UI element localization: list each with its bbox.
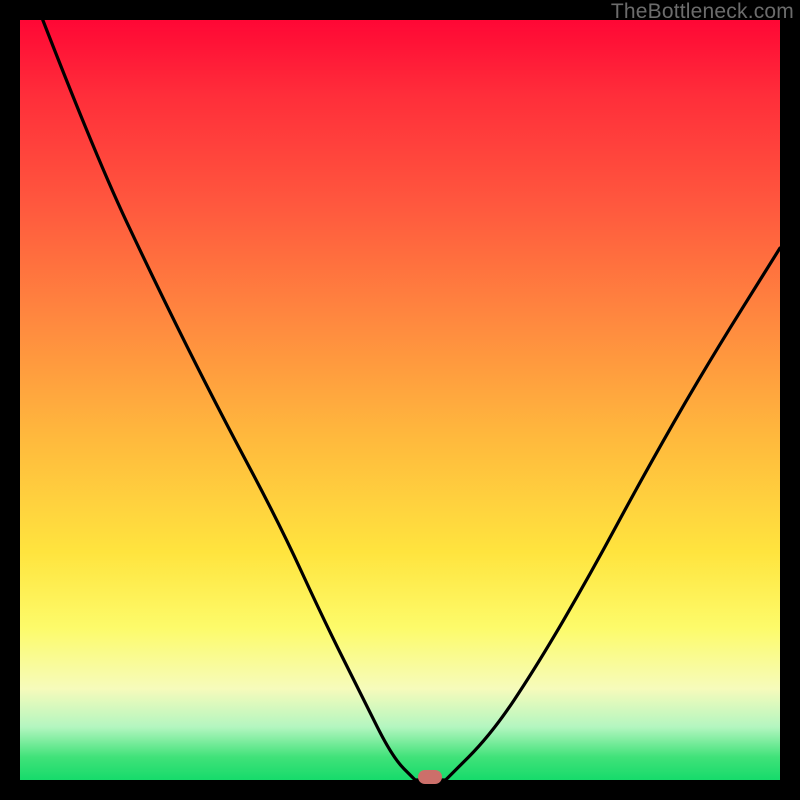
- optimum-marker: [418, 770, 442, 784]
- chart-frame: TheBottleneck.com: [0, 0, 800, 800]
- attribution-label: TheBottleneck.com: [611, 0, 794, 24]
- curve-layer: [20, 20, 780, 780]
- bottleneck-curve: [43, 20, 780, 780]
- plot-area: [20, 20, 780, 780]
